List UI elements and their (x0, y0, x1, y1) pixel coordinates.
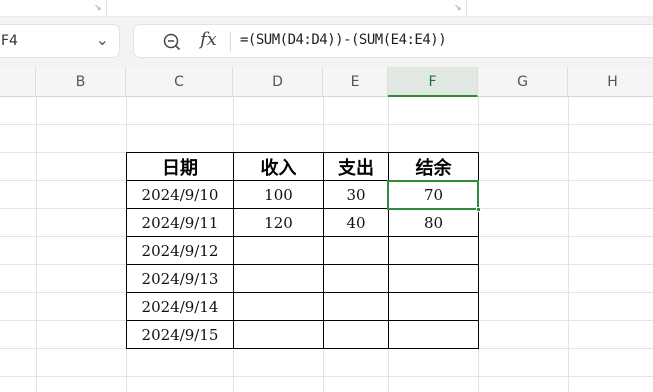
column-header-d[interactable]: D (233, 67, 323, 97)
ribbon-strip: ↘ ↘ (0, 0, 653, 17)
table-cell[interactable]: 70 (388, 180, 479, 209)
zoom-out-icon[interactable] (162, 32, 182, 52)
table-row: 2024/9/10 100 30 70 (126, 180, 479, 209)
table-cell[interactable]: 100 (233, 180, 324, 209)
formula-bar[interactable]: fx =(SUM(D4:D4))-(SUM(E4:E4)) (133, 24, 653, 58)
ribbon-separator (106, 0, 107, 16)
name-box-value: F4 (1, 33, 18, 49)
column-header-row: B C D E F G H (0, 67, 653, 97)
fill-handle[interactable] (476, 207, 481, 212)
table-cell[interactable]: 2024/9/11 (126, 208, 234, 237)
column-header-corner[interactable] (0, 67, 36, 97)
table-row: 2024/9/15 (126, 320, 479, 349)
table-cell[interactable]: 2024/9/10 (126, 180, 234, 209)
formula-text[interactable]: =(SUM(D4:D4))-(SUM(E4:E4)) (240, 32, 447, 48)
name-box[interactable]: F4 ⌄ (0, 24, 120, 58)
fx-icon[interactable]: fx (200, 29, 217, 50)
table-cell[interactable] (323, 320, 389, 349)
table-header-row: 日期 收入 支出 结余 (126, 152, 479, 181)
table-cell[interactable] (323, 264, 389, 293)
table-row: 2024/9/11 120 40 80 (126, 208, 479, 237)
chevron-down-icon[interactable]: ⌄ (96, 30, 109, 49)
table-cell[interactable]: 120 (233, 208, 324, 237)
gridline (0, 124, 653, 125)
table-cell[interactable] (233, 236, 324, 265)
table-row: 2024/9/14 (126, 292, 479, 321)
column-header-b[interactable]: B (36, 67, 126, 97)
formula-bar-area: F4 ⌄ fx =(SUM(D4:D4))-(SUM(E4:E4)) (0, 17, 653, 67)
table-cell[interactable] (388, 264, 479, 293)
table-row: 2024/9/13 (126, 264, 479, 293)
table-cell[interactable]: 2024/9/13 (126, 264, 234, 293)
gridline (0, 376, 653, 377)
header-cell-balance[interactable]: 结余 (388, 152, 479, 181)
table-cell[interactable] (323, 236, 389, 265)
table-cell[interactable]: 2024/9/12 (126, 236, 234, 265)
ribbon-expand-icon[interactable]: ↘ (454, 3, 462, 13)
column-header-h[interactable]: H (568, 67, 653, 97)
table-cell[interactable] (233, 292, 324, 321)
table-cell[interactable] (388, 320, 479, 349)
header-cell-date[interactable]: 日期 (126, 152, 234, 181)
table-cell[interactable] (233, 320, 324, 349)
table-cell[interactable] (233, 264, 324, 293)
column-header-e[interactable]: E (323, 67, 388, 97)
column-header-f[interactable]: F (388, 67, 478, 97)
table-row: 2024/9/12 (126, 236, 479, 265)
table-cell[interactable]: 30 (323, 180, 389, 209)
ribbon-separator (466, 0, 467, 16)
column-header-c[interactable]: C (126, 67, 233, 97)
ribbon-expand-icon[interactable]: ↘ (94, 3, 102, 13)
table-cell[interactable]: 40 (323, 208, 389, 237)
header-cell-expense[interactable]: 支出 (323, 152, 389, 181)
formula-divider (230, 32, 231, 52)
column-header-g[interactable]: G (478, 67, 568, 97)
table-cell[interactable] (388, 236, 479, 265)
table-cell[interactable]: 2024/9/15 (126, 320, 234, 349)
table-cell[interactable]: 2024/9/14 (126, 292, 234, 321)
table-cell[interactable] (388, 292, 479, 321)
data-table: 日期 收入 支出 结余 2024/9/10 100 30 70 2024/9/1… (126, 152, 479, 349)
header-cell-income[interactable]: 收入 (233, 152, 324, 181)
table-cell[interactable]: 80 (388, 208, 479, 237)
table-cell[interactable] (323, 292, 389, 321)
